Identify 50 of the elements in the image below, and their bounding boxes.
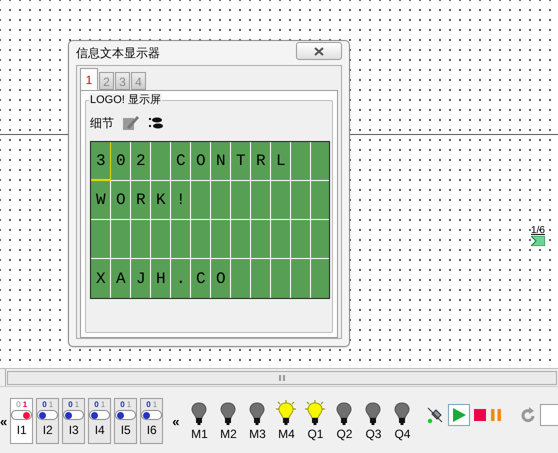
input-switch[interactable]: 0 1 I2 [36,398,60,444]
input-label: I4 [94,422,105,439]
close-button[interactable] [296,42,342,60]
input-label: I6 [146,422,157,439]
off-label: 0 [146,400,151,410]
window-title: 信息文本显示器 [76,45,160,62]
input-label: I2 [42,422,53,439]
off-label: 0 [94,400,99,410]
plug-icon[interactable] [426,406,444,424]
close-icon [314,46,324,56]
scrollbar[interactable] [7,371,557,385]
input-switch[interactable]: 0 1 I5 [114,398,138,444]
play-icon [452,408,466,422]
stop-icon[interactable] [474,409,486,421]
input-switch[interactable]: 0 1 I6 [140,398,164,444]
input-label: I3 [68,422,79,439]
lamp-label: Q2 [336,426,352,442]
block-label: 1/6 [531,226,545,236]
connector-icon [531,236,545,246]
off-label: 0 [42,400,47,410]
input-switch[interactable]: 0 1 I4 [88,398,112,444]
input-label: I1 [16,422,27,439]
off-label: 0 [120,400,125,410]
collapse-button[interactable]: « [172,414,180,428]
on-label: 1 [48,400,54,410]
input-switch[interactable]: 0 1 I3 [62,398,86,444]
edit-icon[interactable] [122,115,140,131]
on-label: 1 [22,400,28,410]
lamp-label: Q1 [307,426,324,442]
on-label: 1 [152,400,158,410]
on-label: 1 [126,400,132,410]
off-label: 0 [16,400,21,410]
refresh-icon[interactable] [520,407,536,423]
collapse-button[interactable]: « [0,414,8,428]
on-label: 1 [74,400,80,410]
lamp-label: Q4 [394,426,410,442]
pause-icon[interactable] [490,409,502,421]
input-field[interactable] [540,404,558,426]
off-label: 0 [68,400,73,410]
tab[interactable]: 1 [80,68,98,90]
group-title: LOGO! 显示屏 [89,93,162,107]
details-label: 细节 [90,115,114,132]
input-label: I5 [120,422,131,439]
lamp-label: M2 [220,426,237,442]
lamp-label: M4 [278,426,295,442]
lamp-label: M1 [191,426,208,442]
input-switch[interactable]: 0 1 I1 [10,398,34,444]
lamp-label: Q3 [365,426,382,442]
on-label: 1 [100,400,106,410]
lamp-label: M3 [249,426,266,442]
